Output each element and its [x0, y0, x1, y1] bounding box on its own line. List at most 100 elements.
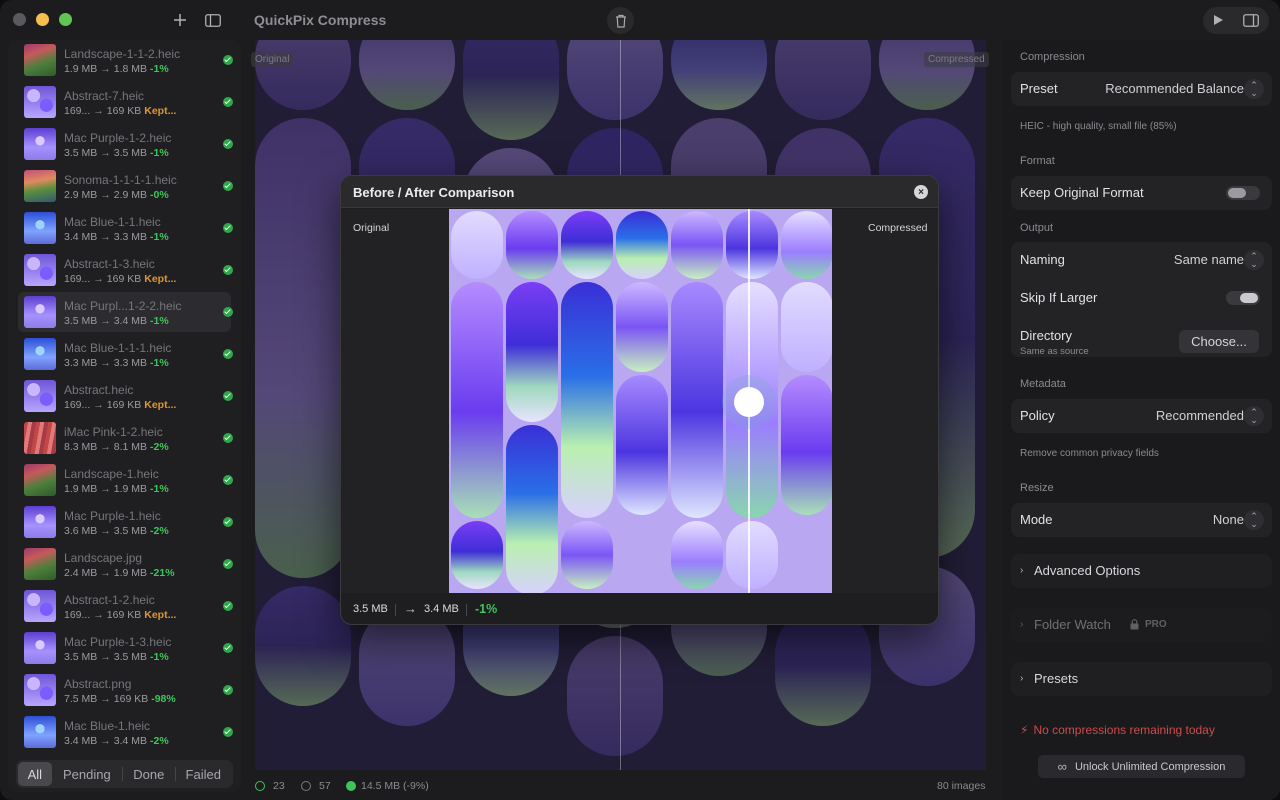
- advanced-options-disclosure[interactable]: › Advanced Options: [1011, 554, 1272, 588]
- file-row[interactable]: Mac Purple-1-3.heic 3.5 MB → 3.5 MB -1%: [18, 628, 233, 668]
- background-art-shape: [451, 521, 503, 589]
- play-icon[interactable]: [1207, 9, 1229, 31]
- file-size-from: 3.5 MB: [64, 651, 98, 663]
- sidebar-toggle-icon[interactable]: [202, 9, 224, 31]
- file-size: 1.9 MB → 1.9 MB -1%: [64, 483, 169, 495]
- background-art-shape: [506, 425, 558, 593]
- keep-format-toggle[interactable]: [1226, 186, 1260, 200]
- file-row[interactable]: Landscape-1.heic 1.9 MB → 1.9 MB -1%: [18, 460, 233, 500]
- file-row[interactable]: Mac Purpl...1-2-2.heic 3.5 MB → 3.4 MB -1%: [18, 292, 233, 332]
- file-name: Sonoma-1-1-1-1.heic: [64, 173, 177, 187]
- resize-stepper-icon[interactable]: ⌃ ⌄: [1244, 510, 1264, 530]
- background-art-shape: [781, 282, 832, 372]
- filter-failed[interactable]: Failed: [176, 762, 231, 786]
- file-size: 2.9 MB → 2.9 MB -0%: [64, 189, 169, 201]
- file-size-to: 169 KB: [106, 609, 142, 621]
- check-icon: [223, 349, 233, 359]
- arrow-right-icon: →: [100, 693, 111, 705]
- file-size-to: 3.5 MB: [113, 525, 148, 537]
- file-size: 3.4 MB → 3.3 MB -1%: [64, 231, 169, 243]
- file-row[interactable]: Landscape-1-1-2.heic 1.9 MB → 1.8 MB -1%: [18, 40, 233, 80]
- filter-done[interactable]: Done: [123, 762, 175, 786]
- file-row[interactable]: Abstract-1-2.heic 169... → 169 KB Kept...: [18, 586, 233, 626]
- background-art-shape: [616, 282, 668, 372]
- app-title: QuickPix Compress: [254, 12, 387, 28]
- zoom-window-button[interactable]: [59, 13, 72, 26]
- close-icon: ×: [918, 186, 924, 198]
- file-size: 169... → 169 KB Kept...: [64, 609, 176, 621]
- folder-watch-label: Folder Watch: [1034, 617, 1111, 632]
- comparison-handle[interactable]: [734, 387, 764, 417]
- chevron-right-icon: ›: [1020, 673, 1024, 684]
- file-size-change: -1%: [150, 357, 169, 369]
- app-window: QuickPix Compress Landscape-1-1-2.heic 1.…: [0, 0, 1280, 800]
- file-size-from: 3.6 MB: [64, 525, 98, 537]
- file-size: 3.6 MB → 3.5 MB -2%: [64, 525, 169, 537]
- modal-close-button[interactable]: ×: [914, 185, 928, 199]
- chevron-right-icon: ›: [1020, 619, 1024, 630]
- minimize-window-button[interactable]: [36, 13, 49, 26]
- file-row[interactable]: Mac Purple-1-2.heic 3.5 MB → 3.5 MB -1%: [18, 124, 233, 164]
- preset-row[interactable]: Preset Recommended Balance ⌃ ⌄: [1011, 72, 1272, 106]
- check-icon: [223, 391, 233, 401]
- file-size: 169... → 169 KB Kept...: [64, 399, 176, 411]
- file-size-to: 8.1 MB: [113, 441, 148, 453]
- arrow-right-icon: →: [100, 483, 111, 495]
- background-art-shape: [616, 211, 668, 279]
- preview-original-label: Original: [251, 52, 294, 67]
- file-size-change: -2%: [150, 441, 169, 453]
- file-row[interactable]: Abstract.png 7.5 MB → 169 KB -98%: [18, 670, 233, 710]
- filter-pending[interactable]: Pending: [52, 762, 122, 786]
- file-row[interactable]: Sonoma-1-1-1-1.heic 2.9 MB → 2.9 MB -0%: [18, 166, 233, 206]
- file-size-change: -1%: [150, 147, 169, 159]
- file-row[interactable]: Mac Blue-1.heic 3.4 MB → 3.4 MB -2%: [18, 712, 233, 752]
- file-row[interactable]: Mac Blue-1-1-1.heic 3.3 MB → 3.3 MB -1%: [18, 334, 233, 374]
- preview-compressed-label: Compressed: [924, 52, 989, 67]
- resize-mode-row[interactable]: Mode None ⌃ ⌄: [1011, 503, 1272, 537]
- pending-icon: [301, 781, 311, 791]
- naming-stepper-icon[interactable]: ⌃ ⌄: [1244, 250, 1264, 270]
- file-row[interactable]: Landscape.jpg 2.4 MB → 1.9 MB -21%: [18, 544, 233, 584]
- trash-button[interactable]: [607, 7, 634, 34]
- close-window-button[interactable]: [13, 13, 26, 26]
- check-icon: [223, 559, 233, 569]
- file-row[interactable]: Abstract-7.heic 169... → 169 KB Kept...: [18, 82, 233, 122]
- policy-row[interactable]: Policy Recommended ⌃ ⌄: [1011, 399, 1272, 433]
- file-size-to: 3.4 MB: [113, 315, 148, 327]
- file-size: 3.5 MB → 3.5 MB -1%: [64, 147, 169, 159]
- unlock-unlimited-button[interactable]: ∞ Unlock Unlimited Compression: [1038, 755, 1245, 778]
- file-size-to: 169 KB: [113, 693, 149, 705]
- file-row[interactable]: Abstract.heic 169... → 169 KB Kept...: [18, 376, 233, 416]
- background-art-shape: [616, 375, 668, 515]
- policy-stepper-icon[interactable]: ⌃ ⌄: [1244, 406, 1264, 426]
- add-icon[interactable]: [169, 9, 191, 31]
- presets-disclosure[interactable]: › Presets: [1011, 662, 1272, 696]
- naming-value[interactable]: Same name: [1174, 252, 1244, 267]
- filter-all[interactable]: All: [18, 762, 52, 786]
- arrow-right-icon: →: [100, 63, 111, 75]
- file-name: Landscape-1-1-2.heic: [64, 47, 181, 61]
- skip-larger-toggle[interactable]: [1226, 291, 1260, 305]
- presets-label: Presets: [1034, 671, 1079, 686]
- file-thumbnail: [24, 338, 56, 370]
- settings-panel: Compression Preset Recommended Balance ⌃…: [1003, 40, 1280, 800]
- file-row[interactable]: Mac Purple-1.heic 3.6 MB → 3.5 MB -2%: [18, 502, 233, 542]
- file-row[interactable]: Mac Blue-1-1.heic 3.4 MB → 3.3 MB -1%: [18, 208, 233, 248]
- file-size-from: 169...: [64, 105, 91, 117]
- file-size-from: 3.5 MB: [64, 315, 98, 327]
- preset-label: Preset: [1020, 81, 1058, 96]
- file-thumbnail: [24, 464, 56, 496]
- file-name: Mac Purple-1-3.heic: [64, 635, 172, 649]
- folder-watch-disclosure[interactable]: › Folder Watch PRO: [1011, 608, 1272, 642]
- preset-stepper-icon[interactable]: ⌃ ⌄: [1244, 79, 1264, 99]
- file-row[interactable]: Abstract-1-3.heic 169... → 169 KB Kept...: [18, 250, 233, 290]
- check-icon: [223, 727, 233, 737]
- file-size-to: 3.4 MB: [113, 735, 148, 747]
- file-thumbnail: [24, 716, 56, 748]
- file-size-from: 169...: [64, 609, 91, 621]
- file-size-from: 3.4 MB: [64, 735, 98, 747]
- choose-directory-button[interactable]: Choose...: [1179, 330, 1259, 353]
- check-icon: [223, 55, 233, 65]
- file-row[interactable]: iMac Pink-1-2.heic 8.3 MB → 8.1 MB -2%: [18, 418, 233, 458]
- inspector-toggle-icon[interactable]: [1240, 9, 1262, 31]
